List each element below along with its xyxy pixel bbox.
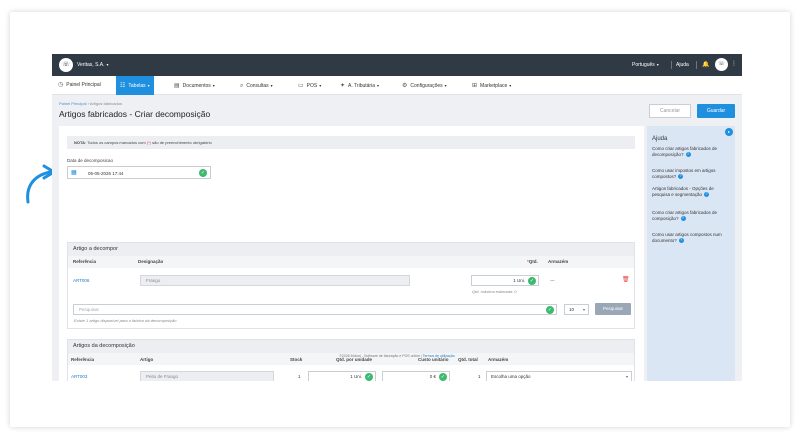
help-icon: ? — [685, 152, 691, 158]
available-hint: Existe 1 artigo disponível para o fabric… — [74, 318, 177, 323]
chevron-down-icon: ▾ — [377, 83, 380, 88]
nav-item-marketplace[interactable]: ⊞ Marketplace ▾ — [472, 76, 511, 95]
check-icon: ✓ — [199, 168, 207, 177]
chevron-down-icon: ▾ — [582, 307, 585, 312]
component-stock: 1 — [298, 374, 301, 379]
save-button[interactable]: Guardar — [697, 104, 735, 118]
date-field[interactable]: ▦ 05-05-2026 17:44 ✓ — [67, 166, 211, 179]
qty-per-unit-field[interactable]: 1 Uni. ✓ — [308, 371, 376, 381]
help-icon: ? — [678, 238, 684, 244]
help-link-item[interactable]: Como usar impostos em artigos compostos?… — [652, 168, 724, 180]
max-qty-hint: Qtd. máxima estimada: 0 — [472, 289, 517, 294]
nav-item-documents[interactable]: ▤ Documentos ▾ — [174, 76, 215, 95]
decompose-section: Artigo a decompor Referência Designação … — [67, 242, 635, 329]
help-panel: ▸ Ajuda Como criar artigos fabricados de… — [647, 126, 735, 381]
chevron-down-icon: ▾ — [509, 83, 512, 88]
help-icon: ? — [678, 174, 684, 180]
search-icon: ⌕ — [240, 83, 244, 89]
chevron-down-icon: ▾ — [212, 83, 215, 88]
chevron-down-icon: ▾ — [147, 83, 150, 88]
item-reference-link[interactable]: ART006 — [73, 278, 89, 283]
column-header: Armazém — [548, 259, 569, 264]
column-header: Referência — [73, 259, 97, 264]
section-title: Artigos da decomposição — [68, 340, 634, 353]
check-icon: ✓ — [546, 305, 554, 314]
date-value: 05-05-2026 17:44 — [88, 170, 124, 176]
nav-item-tables[interactable]: ☷ Tabelas ▾ — [116, 76, 154, 95]
check-icon: ✓ — [365, 372, 373, 381]
page-title: Artigos fabricados - Criar decomposição — [59, 109, 211, 119]
form-panel: NOTA: Todos os campos marcados com (*) s… — [59, 126, 644, 381]
calendar-icon: ▦ — [71, 170, 77, 176]
search-input[interactable]: Pesquisar ✓ — [73, 304, 557, 315]
main-nav: ◷ Painel Principal ☷ Tabelas ▾ ▤ Documentos ▾… — [52, 76, 742, 95]
nav-item-tax[interactable]: ✦ A. Tributária ▾ — [340, 76, 379, 95]
delete-icon[interactable]: 🗑 — [622, 276, 630, 283]
component-item-field: Peito de Frango — [140, 371, 274, 381]
required-note: NOTA: Todos os campos marcados com (*) s… — [67, 136, 635, 149]
help-link-item[interactable]: Como criar artigos fabricados de composi… — [652, 210, 724, 222]
components-section: Artigos da decomposição Referência Artig… — [67, 339, 635, 381]
bell-icon[interactable]: 🔔 — [702, 61, 709, 68]
help-title: Ajuda — [652, 136, 668, 142]
chevron-down-icon: ▾ — [625, 374, 628, 379]
designation-field: Frango — [140, 275, 410, 286]
marketplace-icon: ⊞ — [472, 83, 478, 89]
help-icon: ? — [704, 192, 710, 198]
cancel-button[interactable]: Cancelar — [649, 104, 691, 118]
top-bar: ☏ Veritas, S.A. ▾ Português ▾ Ajuda 🔔 ☏ ⋮ — [52, 54, 742, 76]
component-qty-total: 1 — [478, 374, 481, 379]
section-title: Artigo a decompor — [68, 243, 634, 256]
pos-icon: ▭ — [298, 83, 304, 89]
help-link-item[interactable]: Como criar artigos fabricados de decompo… — [652, 146, 724, 158]
terms-link[interactable]: Termos de utilização — [423, 354, 455, 358]
search-button[interactable]: Pesquisar — [595, 303, 631, 315]
warehouse-select[interactable]: Escolha uma opção ▾ — [486, 371, 632, 381]
page-size-select[interactable]: 10 ▾ — [564, 304, 589, 315]
chevron-down-icon: ▾ — [444, 83, 447, 88]
more-menu-icon[interactable]: ⋮ — [731, 60, 737, 67]
settings-icon: ⚙ — [402, 83, 408, 89]
help-link-item[interactable]: Como usar artigos compostos num document… — [652, 232, 724, 244]
breadcrumb-root[interactable]: Painel Principal — [59, 101, 87, 106]
help-icon: ? — [680, 216, 686, 222]
documents-icon: ▤ — [174, 83, 180, 89]
nav-item-dashboard[interactable]: ◷ Painel Principal — [58, 76, 101, 95]
dashboard-icon: ◷ — [58, 82, 64, 88]
chevron-down-icon: ▾ — [319, 83, 322, 88]
warehouse-value: --- — [550, 278, 555, 283]
chevron-down-icon: ▾ — [270, 83, 273, 88]
tax-icon: ✦ — [340, 83, 346, 89]
breadcrumb-current[interactable]: Artigos fabricados — [90, 101, 122, 106]
avatar[interactable]: ☏ — [715, 58, 728, 71]
footer: ©2026 Moloni - Software de faturação e P… — [339, 354, 455, 358]
nav-item-settings[interactable]: ⚙ Configurações ▾ — [402, 76, 447, 95]
chevron-down-icon: ▾ — [106, 62, 109, 67]
tables-icon: ☷ — [120, 83, 126, 89]
column-header: *Qtd. — [527, 259, 538, 264]
company-logo[interactable]: ☏ — [59, 58, 73, 72]
app-window: ☏ Veritas, S.A. ▾ Português ▾ Ajuda 🔔 ☏ ⋮ … — [52, 54, 742, 381]
language-selector[interactable]: Português ▾ — [632, 62, 659, 68]
divider — [671, 61, 672, 69]
nav-item-pos[interactable]: ▭ POS ▾ — [298, 76, 321, 95]
help-link-item[interactable]: Artigos fabricados - Opções de pesquisa … — [652, 186, 724, 198]
breadcrumb: Painel Principal › Artigos fabricados — [59, 101, 122, 106]
divider — [696, 61, 697, 69]
column-header: Designação — [138, 259, 164, 264]
company-selector[interactable]: Veritas, S.A. ▾ — [77, 62, 109, 68]
nav-item-queries[interactable]: ⌕ Consultas ▾ — [240, 76, 273, 95]
help-link[interactable]: Ajuda — [676, 62, 689, 68]
collapse-help-icon[interactable]: ▸ — [725, 128, 733, 136]
check-icon: ✓ — [439, 372, 447, 381]
chevron-down-icon: ▾ — [656, 62, 659, 67]
component-reference-link[interactable]: ART003 — [71, 374, 87, 379]
quantity-field[interactable]: 1 Uni. ✓ — [471, 275, 539, 286]
check-icon: ✓ — [528, 276, 536, 285]
date-label: Data de decomposicao — [67, 158, 114, 163]
unit-cost-field[interactable]: 0 € ✓ — [382, 371, 450, 381]
